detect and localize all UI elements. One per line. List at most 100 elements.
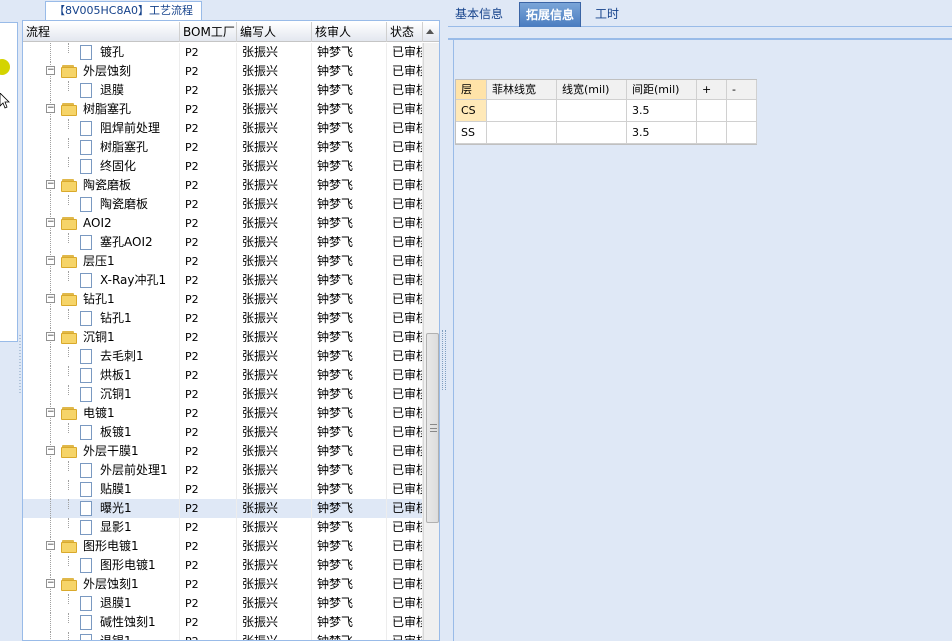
- grid-cell-layer[interactable]: SS: [456, 122, 487, 144]
- grid-header-minus[interactable]: -: [727, 80, 757, 100]
- tree-folder-row[interactable]: − 沉铜1 P2张振兴钟梦飞已审核: [23, 328, 423, 347]
- tree-step-row[interactable]: 曝光1 P2张振兴钟梦飞已审核: [23, 499, 423, 518]
- tree-step-row[interactable]: 板镀1 P2张振兴钟梦飞已审核: [23, 423, 423, 442]
- tree-node-cell[interactable]: 陶瓷磨板: [23, 195, 180, 214]
- tree-node-cell[interactable]: 烘板1: [23, 366, 180, 385]
- tree-folder-row[interactable]: − 电镀1 P2张振兴钟梦飞已审核: [23, 404, 423, 423]
- panel-splitter[interactable]: [440, 0, 448, 641]
- column-header-writer[interactable]: 编写人: [237, 22, 312, 42]
- tree-node-cell[interactable]: − 外层蚀刻: [23, 62, 180, 81]
- tree-vertical-scrollbar[interactable]: [423, 43, 439, 640]
- tree-node-cell[interactable]: 贴膜1: [23, 480, 180, 499]
- grid-cell-minus[interactable]: [727, 100, 757, 122]
- tree-step-row[interactable]: 外层前处理1 P2张振兴钟梦飞已审核: [23, 461, 423, 480]
- tree-step-row[interactable]: 显影1 P2张振兴钟梦飞已审核: [23, 518, 423, 537]
- tree-step-row[interactable]: 退锡1 P2张振兴钟梦飞已审核: [23, 632, 423, 640]
- tree-node-cell[interactable]: 树脂塞孔: [23, 138, 180, 157]
- process-flow-title-tab[interactable]: 【8V005HC8A0】工艺流程: [45, 1, 202, 20]
- tree-folder-row[interactable]: − 外层蚀刻 P2张振兴钟梦飞已审核: [23, 62, 423, 81]
- tree-node-cell[interactable]: 去毛刺1: [23, 347, 180, 366]
- tree-step-row[interactable]: 钻孔1 P2张振兴钟梦飞已审核: [23, 309, 423, 328]
- tree-step-row[interactable]: 镀孔 P2张振兴钟梦飞已审核: [23, 43, 423, 62]
- grid-cell-film-width[interactable]: [487, 100, 557, 122]
- tree-node-cell[interactable]: 终固化: [23, 157, 180, 176]
- grid-cell-line-width[interactable]: [557, 122, 627, 144]
- tree-node-cell[interactable]: 碱性蚀刻1: [23, 613, 180, 632]
- tree-node-cell[interactable]: 塞孔AOI2: [23, 233, 180, 252]
- tree-node-cell[interactable]: 曝光1: [23, 499, 180, 518]
- tree-node-cell[interactable]: − 钻孔1: [23, 290, 180, 309]
- collapse-toggle-icon[interactable]: −: [46, 104, 55, 113]
- tree-step-row[interactable]: 图形电镀1 P2张振兴钟梦飞已审核: [23, 556, 423, 575]
- tree-node-cell[interactable]: 沉铜1: [23, 385, 180, 404]
- tree-node-cell[interactable]: 板镀1: [23, 423, 180, 442]
- tree-step-row[interactable]: X-Ray冲孔1 P2张振兴钟梦飞已审核: [23, 271, 423, 290]
- collapse-toggle-icon[interactable]: −: [46, 541, 55, 550]
- collapse-toggle-icon[interactable]: −: [46, 256, 55, 265]
- collapse-toggle-icon[interactable]: −: [46, 66, 55, 75]
- tree-node-cell[interactable]: 外层前处理1: [23, 461, 180, 480]
- tree-node-cell[interactable]: 钻孔1: [23, 309, 180, 328]
- tree-node-cell[interactable]: − 陶瓷磨板: [23, 176, 180, 195]
- grid-header-line-width[interactable]: 线宽(mil): [557, 80, 627, 100]
- collapse-toggle-icon[interactable]: −: [46, 446, 55, 455]
- tree-node-cell[interactable]: − 外层蚀刻1: [23, 575, 180, 594]
- grid-cell-film-width[interactable]: [487, 122, 557, 144]
- grid-header-film-width[interactable]: 菲林线宽: [487, 80, 557, 100]
- tree-folder-row[interactable]: − 树脂塞孔 P2张振兴钟梦飞已审核: [23, 100, 423, 119]
- grid-cell-line-width[interactable]: [557, 100, 627, 122]
- tree-step-row[interactable]: 终固化 P2张振兴钟梦飞已审核: [23, 157, 423, 176]
- tree-node-cell[interactable]: 退膜: [23, 81, 180, 100]
- tab-basic-info[interactable]: 基本信息: [449, 2, 509, 27]
- grid-header-plus[interactable]: +: [697, 80, 727, 100]
- collapse-toggle-icon[interactable]: −: [46, 408, 55, 417]
- tree-folder-row[interactable]: − 图形电镀1 P2张振兴钟梦飞已审核: [23, 537, 423, 556]
- tree-node-cell[interactable]: − AOI2: [23, 214, 180, 233]
- tree-folder-row[interactable]: − 陶瓷磨板 P2张振兴钟梦飞已审核: [23, 176, 423, 195]
- tree-step-row[interactable]: 碱性蚀刻1 P2张振兴钟梦飞已审核: [23, 613, 423, 632]
- grid-cell-plus[interactable]: [697, 122, 727, 144]
- tree-node-cell[interactable]: − 沉铜1: [23, 328, 180, 347]
- scrollbar-thumb[interactable]: [426, 333, 439, 523]
- tree-folder-row[interactable]: − 层压1 P2张振兴钟梦飞已审核: [23, 252, 423, 271]
- tree-node-cell[interactable]: 退膜1: [23, 594, 180, 613]
- tree-node-cell[interactable]: 图形电镀1: [23, 556, 180, 575]
- column-header-reviewer[interactable]: 核审人: [312, 22, 387, 42]
- tree-node-cell[interactable]: − 电镀1: [23, 404, 180, 423]
- sort-arrow-icon[interactable]: [426, 29, 434, 34]
- tree-step-row[interactable]: 阻焊前处理 P2张振兴钟梦飞已审核: [23, 119, 423, 138]
- tab-work-hours[interactable]: 工时: [589, 2, 625, 27]
- column-header-bom-plant[interactable]: BOM工厂: [180, 22, 237, 42]
- collapse-toggle-icon[interactable]: −: [46, 294, 55, 303]
- tree-folder-row[interactable]: − 钻孔1 P2张振兴钟梦飞已审核: [23, 290, 423, 309]
- grid-header-spacing[interactable]: 间距(mil): [627, 80, 697, 100]
- tree-step-row[interactable]: 树脂塞孔 P2张振兴钟梦飞已审核: [23, 138, 423, 157]
- tree-node-cell[interactable]: 显影1: [23, 518, 180, 537]
- tree-node-cell[interactable]: − 外层干膜1: [23, 442, 180, 461]
- grid-cell-plus[interactable]: [697, 100, 727, 122]
- tree-step-row[interactable]: 塞孔AOI2 P2张振兴钟梦飞已审核: [23, 233, 423, 252]
- tree-node-cell[interactable]: − 图形电镀1: [23, 537, 180, 556]
- tab-extended-info[interactable]: 拓展信息: [519, 2, 582, 27]
- grid-header-layer[interactable]: 层: [456, 80, 487, 100]
- tree-step-row[interactable]: 退膜1 P2张振兴钟梦飞已审核: [23, 594, 423, 613]
- tree-step-row[interactable]: 陶瓷磨板 P2张振兴钟梦飞已审核: [23, 195, 423, 214]
- tree-node-cell[interactable]: 镀孔: [23, 43, 180, 62]
- grid-cell-minus[interactable]: [727, 122, 757, 144]
- collapse-toggle-icon[interactable]: −: [46, 218, 55, 227]
- grid-cell-spacing[interactable]: 3.5: [627, 122, 697, 144]
- tree-node-cell[interactable]: 阻焊前处理: [23, 119, 180, 138]
- column-header-status[interactable]: 状态: [387, 22, 423, 42]
- collapse-toggle-icon[interactable]: −: [46, 332, 55, 341]
- tree-folder-row[interactable]: − 外层蚀刻1 P2张振兴钟梦飞已审核: [23, 575, 423, 594]
- column-header-flow[interactable]: 流程: [23, 22, 180, 42]
- tree-node-cell[interactable]: − 层压1: [23, 252, 180, 271]
- tree-node-cell[interactable]: − 树脂塞孔: [23, 100, 180, 119]
- status-indicator-icon[interactable]: [0, 59, 10, 75]
- collapse-toggle-icon[interactable]: −: [46, 180, 55, 189]
- tree-node-cell[interactable]: X-Ray冲孔1: [23, 271, 180, 290]
- tree-step-row[interactable]: 烘板1 P2张振兴钟梦飞已审核: [23, 366, 423, 385]
- tree-node-cell[interactable]: 退锡1: [23, 632, 180, 640]
- tree-step-row[interactable]: 沉铜1 P2张振兴钟梦飞已审核: [23, 385, 423, 404]
- tree-folder-row[interactable]: − AOI2 P2张振兴钟梦飞已审核: [23, 214, 423, 233]
